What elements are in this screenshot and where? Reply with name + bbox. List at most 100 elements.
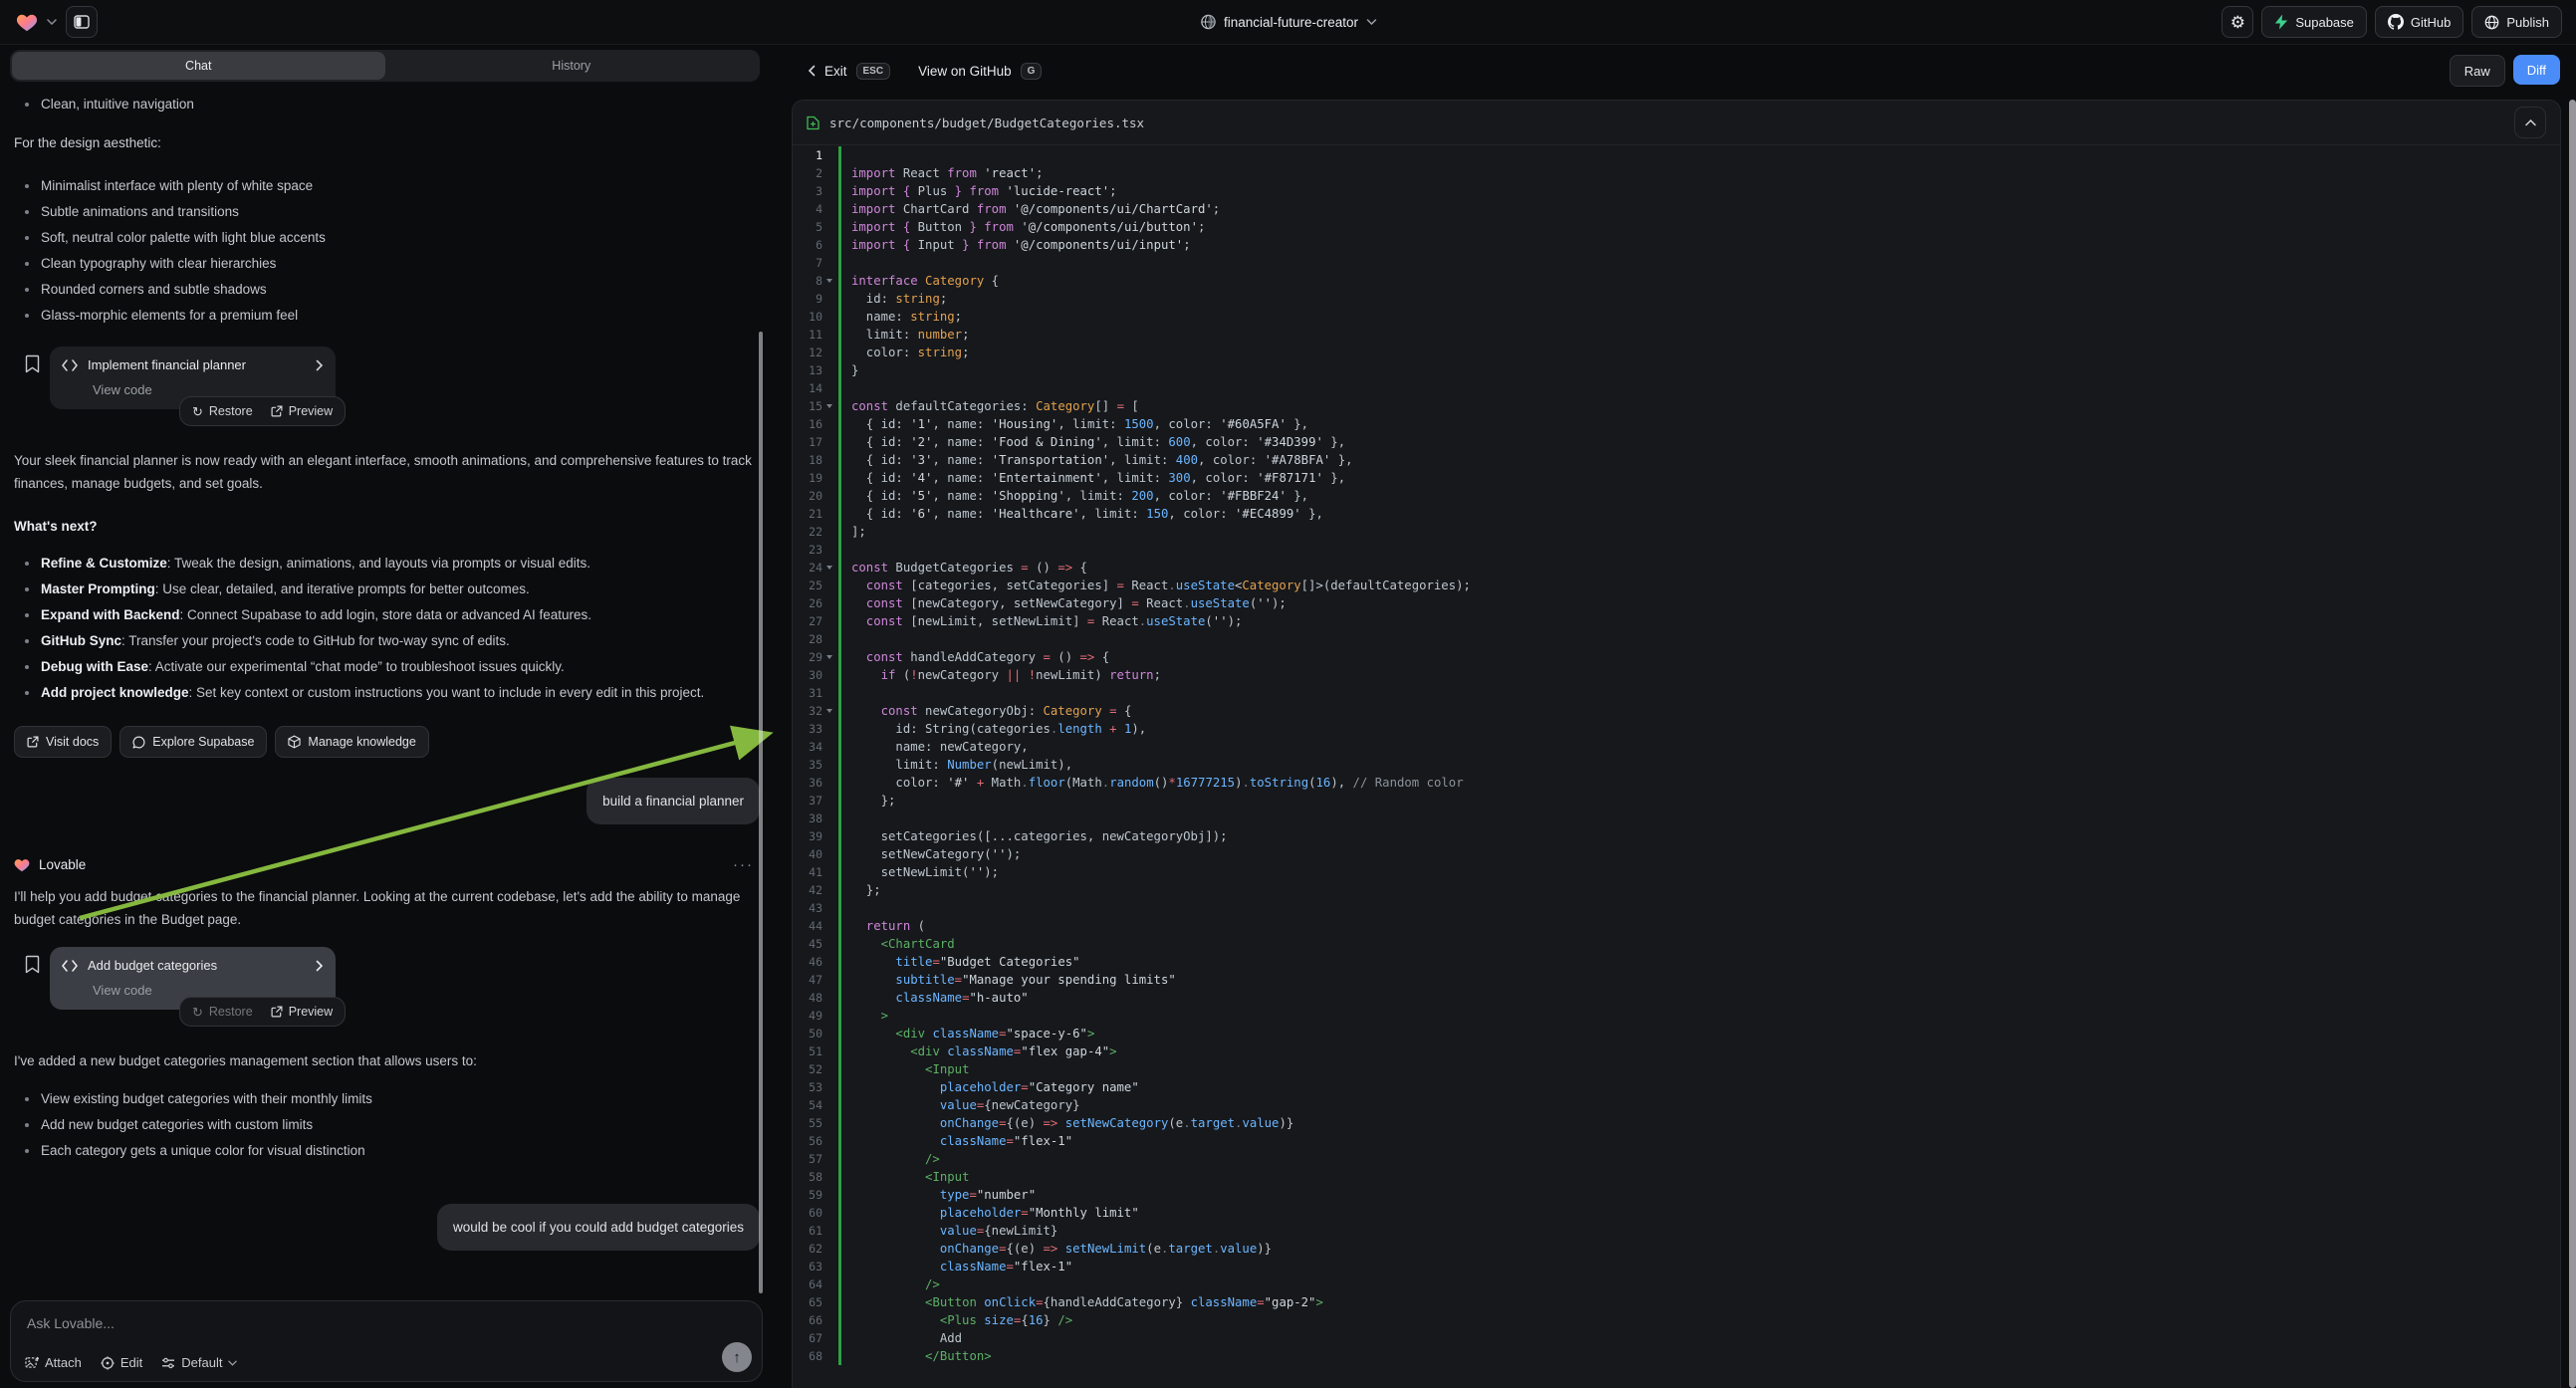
fold-spacer (822, 881, 836, 899)
line-number: 2 (793, 164, 822, 182)
list-item: Minimalist interface with plenty of whit… (14, 173, 760, 199)
logo-chevron-down-icon[interactable] (47, 19, 57, 25)
fold-toggle-icon[interactable] (822, 272, 836, 290)
fold-spacer (822, 1168, 836, 1186)
list-item: Add new budget categories with custom li… (14, 1112, 760, 1138)
line-number: 55 (793, 1114, 822, 1132)
code-line: 6import { Input } from '@/components/ui/… (793, 236, 2552, 254)
preview-button[interactable]: Preview (271, 404, 333, 418)
explore-supabase-button[interactable]: Explore Supabase (119, 726, 267, 758)
chat-message-list[interactable]: Clean, intuitive navigation For the desi… (0, 84, 774, 1296)
send-button[interactable]: ↑ (722, 1342, 752, 1372)
fold-toggle-icon[interactable] (822, 702, 836, 720)
assistant-header: Lovable ··· (14, 856, 760, 873)
line-number: 13 (793, 361, 822, 379)
code-line: 1 (793, 146, 2552, 164)
exit-button[interactable]: Exit ESC (808, 63, 890, 80)
edit-button[interactable]: Edit (101, 1355, 142, 1370)
line-number: 42 (793, 881, 822, 899)
code-scrollbar[interactable] (2569, 100, 2576, 1388)
fold-spacer (822, 523, 836, 541)
line-number: 47 (793, 971, 822, 989)
fold-toggle-icon[interactable] (822, 397, 836, 415)
supabase-bolt-icon (2274, 14, 2288, 30)
code-line: 25 const [categories, setCategories] = R… (793, 577, 2552, 594)
attach-button[interactable]: Attach (25, 1355, 82, 1370)
list-item: Soft, neutral color palette with light b… (14, 225, 760, 251)
line-number: 43 (793, 899, 822, 917)
line-number: 44 (793, 917, 822, 935)
line-number: 28 (793, 630, 822, 648)
visit-docs-button[interactable]: Visit docs (14, 726, 112, 758)
fold-spacer (822, 863, 836, 881)
code-line: 23 (793, 541, 2552, 559)
raw-toggle-button[interactable]: Raw (2450, 55, 2505, 87)
code-line: 33 id: String(categories.length + 1), (793, 720, 2552, 738)
code-line: 51 <div className="flex gap-4"> (793, 1042, 2552, 1060)
tab-history[interactable]: History (385, 52, 759, 80)
toggle-sidebar-button[interactable] (66, 6, 98, 38)
code-line: 29 const handleAddCategory = () => { (793, 648, 2552, 666)
view-code-link[interactable]: View code (93, 382, 324, 397)
code-line: 12 color: string; (793, 344, 2552, 361)
settings-button[interactable]: ⚙ (2222, 6, 2253, 38)
list-item: Rounded corners and subtle shadows (14, 277, 760, 303)
mode-select[interactable]: Default (161, 1355, 237, 1370)
view-code-link[interactable]: View code (93, 983, 324, 998)
code-line: 14 (793, 379, 2552, 397)
added-features-list: View existing budget categories with the… (14, 1086, 760, 1164)
line-number: 36 (793, 774, 822, 792)
file-path: src/components/budget/BudgetCategories.t… (829, 116, 1144, 130)
chat-scrollbar[interactable] (759, 332, 763, 1293)
list-item: Master Prompting: Use clear, detailed, a… (14, 577, 760, 602)
line-number: 32 (793, 702, 822, 720)
line-number: 24 (793, 559, 822, 577)
line-number: 34 (793, 738, 822, 756)
fold-spacer (822, 1114, 836, 1132)
fold-toggle-icon[interactable] (822, 559, 836, 577)
chat-composer[interactable]: Ask Lovable... Attach Edit Default ↑ (10, 1300, 763, 1382)
code-line: 68 </Button> (793, 1347, 2552, 1365)
collapse-file-button[interactable] (2514, 107, 2546, 138)
restore-preview-toolbar: ↻ Restore Preview (179, 997, 346, 1027)
list-item: Debug with Ease: Activate our experiment… (14, 654, 760, 680)
code-line: 60 placeholder="Monthly limit" (793, 1204, 2552, 1222)
code-line: 20 { id: '5', name: 'Shopping', limit: 2… (793, 487, 2552, 505)
message-options-button[interactable]: ··· (733, 856, 760, 873)
code-line: 45 <ChartCard (793, 935, 2552, 953)
supabase-button[interactable]: Supabase (2261, 6, 2367, 38)
diff-toggle-button[interactable]: Diff (2513, 55, 2560, 85)
line-number: 57 (793, 1150, 822, 1168)
fold-spacer (822, 487, 836, 505)
manage-knowledge-button[interactable]: Manage knowledge (275, 726, 428, 758)
bookmark-icon[interactable] (25, 354, 40, 373)
preview-button[interactable]: Preview (271, 1005, 333, 1019)
user-message-1: build a financial planner (586, 778, 760, 824)
composer-placeholder[interactable]: Ask Lovable... (27, 1315, 115, 1331)
restore-button[interactable]: ↻ Restore (192, 404, 253, 418)
project-switcher[interactable]: financial-future-creator (1200, 14, 1376, 30)
code-line: 11 limit: number; (793, 326, 2552, 344)
tab-chat[interactable]: Chat (12, 52, 385, 80)
code-line: 38 (793, 810, 2552, 827)
line-number: 15 (793, 397, 822, 415)
code-line: 52 <Input (793, 1060, 2552, 1078)
view-on-github-button[interactable]: View on GitHub G (918, 63, 1042, 80)
bookmark-icon[interactable] (25, 955, 40, 974)
code-lines[interactable]: 12import React from 'react';3import { Pl… (793, 144, 2552, 1388)
code-line: 58 <Input (793, 1168, 2552, 1186)
fold-spacer (822, 738, 836, 756)
line-number: 45 (793, 935, 822, 953)
code-line: 57 /> (793, 1150, 2552, 1168)
github-button[interactable]: GitHub (2375, 6, 2463, 38)
list-item: Clean typography with clear hierarchies (14, 251, 760, 277)
fold-spacer (822, 254, 836, 272)
fold-toggle-icon[interactable] (822, 648, 836, 666)
fold-spacer (822, 1025, 836, 1042)
file-header[interactable]: src/components/budget/BudgetCategories.t… (793, 101, 2560, 145)
publish-button[interactable]: Publish (2471, 6, 2562, 38)
code-line: 59 type="number" (793, 1186, 2552, 1204)
lovable-logo-heart-icon[interactable] (16, 12, 38, 32)
restore-button[interactable]: ↻ Restore (192, 1005, 253, 1019)
target-icon (101, 1356, 115, 1370)
